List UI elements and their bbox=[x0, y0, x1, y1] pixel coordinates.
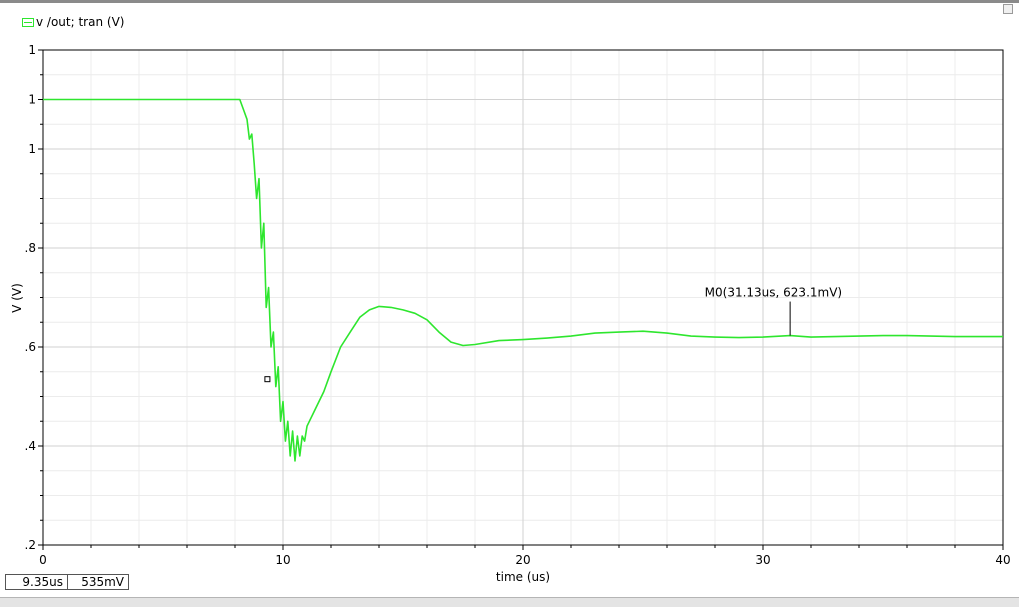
x-axis-ticks: 0 10 20 30 40 bbox=[39, 545, 1011, 567]
x-tick-label: 0 bbox=[39, 553, 47, 567]
waveform-window: v /out; tran (V) 0 10 20 30 40 .2.4.6.8 1 1 1 M… bbox=[0, 0, 1019, 607]
grid bbox=[42, 49, 1004, 546]
cursor-readout: 9.35us 535mV bbox=[5, 574, 129, 590]
y-tick-label: .6 bbox=[25, 340, 36, 354]
y-tick-label: 1 bbox=[28, 43, 36, 57]
y-tick-label: 1 bbox=[28, 142, 36, 156]
cursor-point-marker[interactable] bbox=[264, 376, 271, 383]
cursor-y-readout: 535mV bbox=[68, 574, 129, 590]
x-tick-label: 10 bbox=[275, 553, 290, 567]
y-axis-title: V (V) bbox=[10, 283, 24, 313]
chart-plot[interactable]: 0 10 20 30 40 .2 .4 .6 .8 1 1 1 M0(31.13us, 623.1m… bbox=[0, 0, 1019, 606]
y-axis-ticks: .2 .4 .6 .8 1 1 1 bbox=[25, 43, 43, 552]
x-axis-title: time (us) bbox=[496, 570, 550, 584]
y-tick-label: .2 bbox=[25, 538, 36, 552]
x-tick-label: 20 bbox=[515, 553, 530, 567]
y-tick-label: .8 bbox=[25, 241, 36, 255]
x-tick-label: 30 bbox=[755, 553, 770, 567]
marker-m0-label: M0(31.13us, 623.1mV) bbox=[705, 286, 842, 300]
y-tick-label: 1 bbox=[28, 93, 36, 107]
y-tick-label: .4 bbox=[25, 439, 36, 453]
x-tick-label: 40 bbox=[995, 553, 1010, 567]
cursor-x-readout: 9.35us bbox=[5, 574, 68, 590]
annotation-layer: M0(31.13us, 623.1mV) bbox=[264, 286, 842, 383]
